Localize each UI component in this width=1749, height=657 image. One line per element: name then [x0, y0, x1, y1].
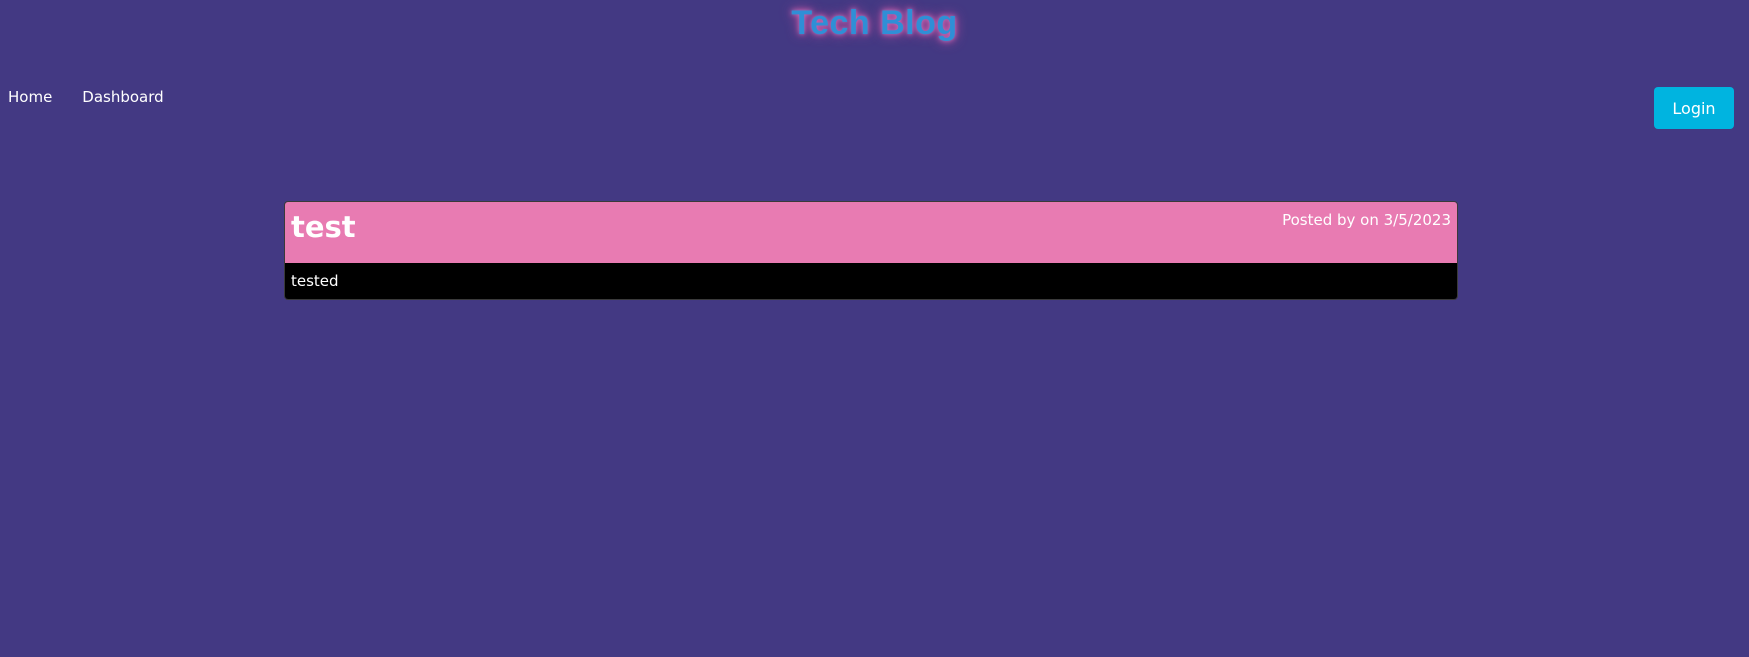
nav-link-dashboard[interactable]: Dashboard — [82, 88, 163, 106]
post-header: test Posted by on 3/5/2023 — [285, 202, 1457, 263]
post-meta: Posted by on 3/5/2023 — [1282, 211, 1451, 229]
site-title: Tech Blog — [791, 4, 958, 42]
post-title: test — [291, 210, 356, 244]
nav-link-home[interactable]: Home — [8, 88, 52, 106]
post-card[interactable]: test Posted by on 3/5/2023 tested — [284, 201, 1458, 300]
login-button[interactable]: Login — [1654, 87, 1734, 129]
main-nav: Home Dashboard — [8, 88, 164, 106]
post-body: tested — [285, 263, 1457, 299]
